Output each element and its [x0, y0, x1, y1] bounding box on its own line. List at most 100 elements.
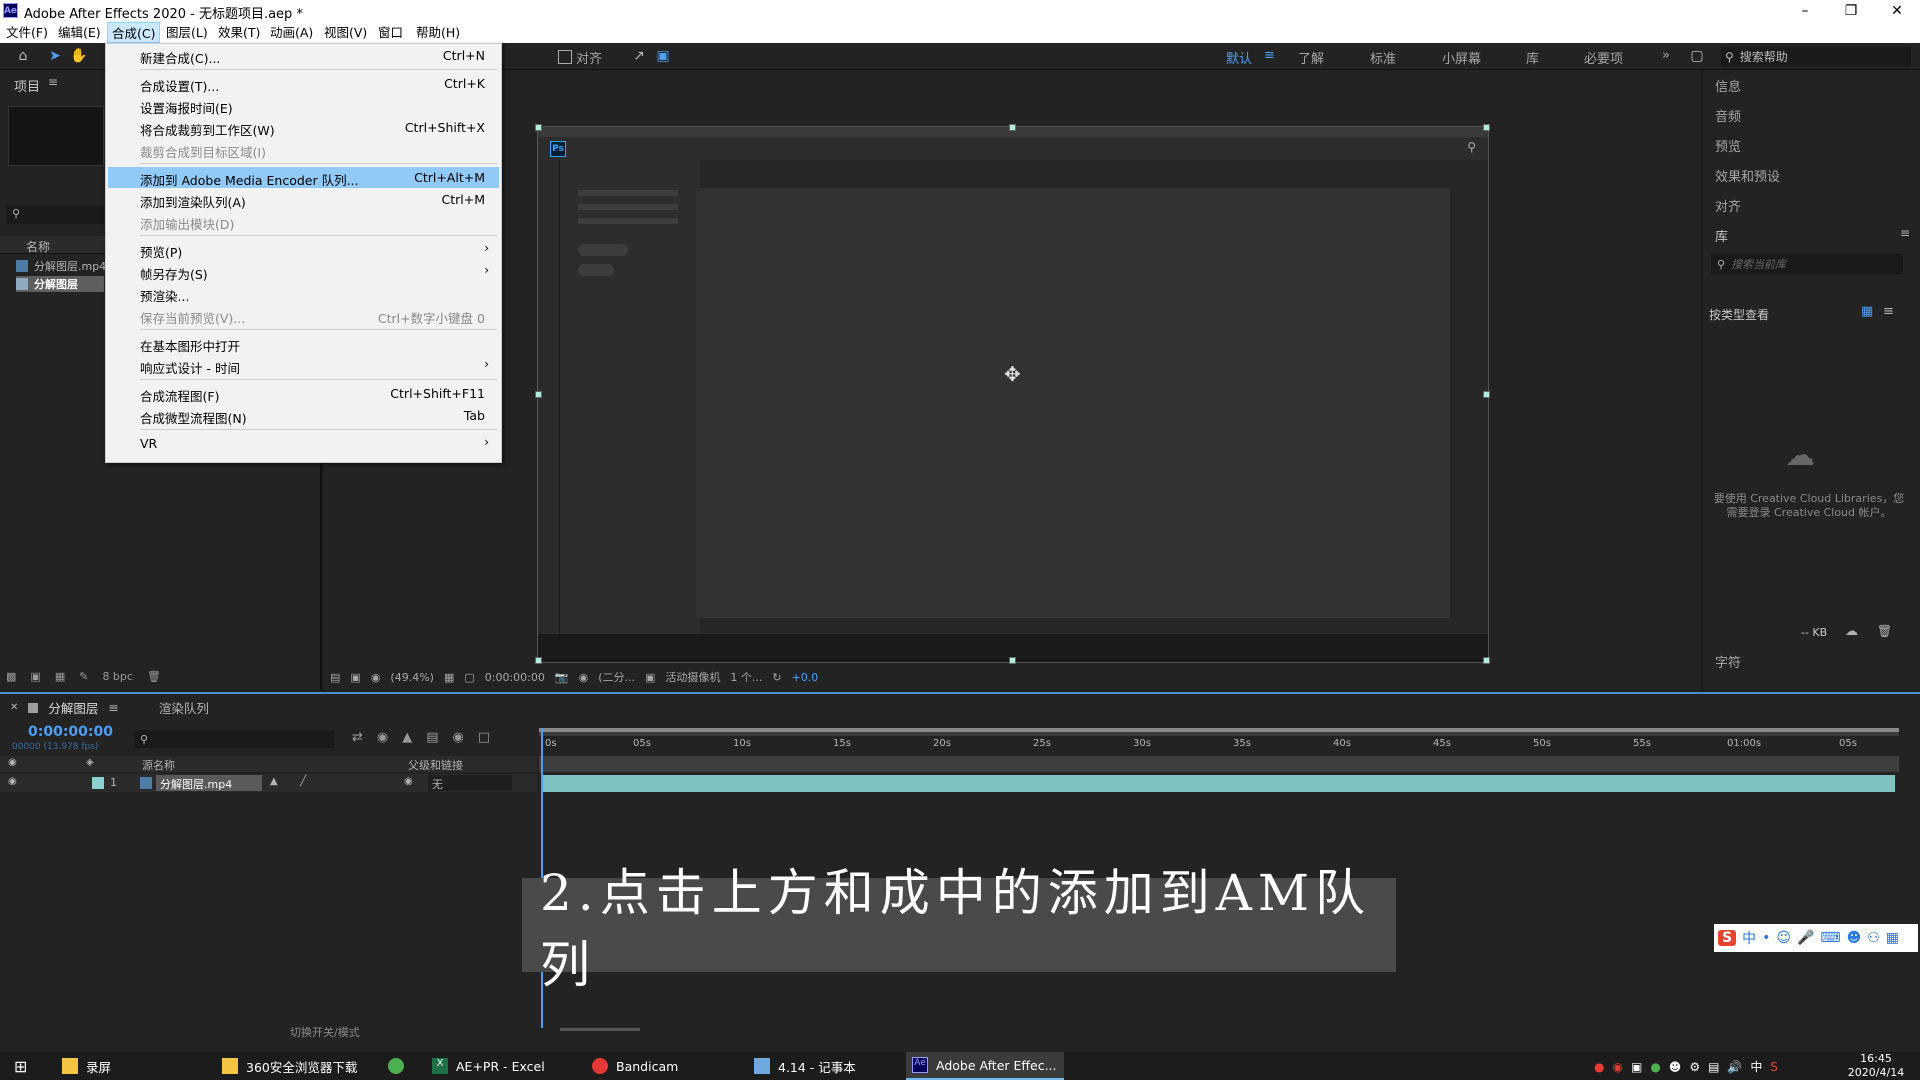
menu-item-new-composition[interactable]: 新建合成(C)... Ctrl+N: [108, 45, 499, 66]
workspace-learn[interactable]: 了解: [1298, 48, 1324, 67]
voice-icon[interactable]: 🎤: [1797, 930, 1814, 946]
workspace-libraries[interactable]: 库: [1526, 48, 1539, 67]
panel-character[interactable]: 字符: [1715, 652, 1741, 671]
sogou-tray-icon[interactable]: S: [1770, 1060, 1778, 1074]
hand-tool-icon[interactable]: ✋: [70, 47, 88, 65]
transform-handle[interactable]: [535, 391, 542, 398]
view-by-type-select[interactable]: 按类型查看: [1709, 306, 1769, 323]
workspace-small-screen[interactable]: 小屏幕: [1442, 48, 1481, 67]
project-search-input[interactable]: ⚲: [6, 206, 104, 224]
camera-select[interactable]: 活动摄像机: [665, 669, 720, 685]
menu-file[interactable]: 文件(F): [2, 22, 52, 43]
layer-name[interactable]: 分解图层.mp4: [156, 775, 262, 791]
start-button[interactable]: ⊞: [8, 1052, 42, 1080]
taskbar-item[interactable]: 360安全浏览器下载: [216, 1052, 376, 1080]
menu-composition[interactable]: 合成(C): [107, 22, 161, 43]
menu-animation[interactable]: 动画(A): [266, 22, 317, 43]
delete-icon[interactable]: 🗑: [1877, 624, 1892, 638]
panel-menu-icon[interactable]: ≡: [48, 75, 58, 89]
restore-button[interactable]: ❐: [1828, 0, 1874, 22]
user-icon[interactable]: ☻: [1669, 1060, 1682, 1074]
user-icon[interactable]: ☻: [1847, 930, 1862, 946]
menu-window[interactable]: 窗口: [374, 22, 407, 43]
grid-icon[interactable]: ▦: [444, 671, 454, 684]
transform-handle[interactable]: [1483, 124, 1490, 131]
align-checkbox[interactable]: [558, 50, 572, 64]
menu-item-composition-settings[interactable]: 合成设置(T)... Ctrl+K: [108, 73, 499, 94]
panel-libraries[interactable]: 库: [1715, 226, 1728, 245]
tools-icon[interactable]: ▦: [1886, 930, 1899, 946]
menu-item-add-to-media-encoder[interactable]: 添加到 Adobe Media Encoder 队列... Ctrl+Alt+M: [108, 167, 499, 188]
parent-select[interactable]: 无: [428, 775, 512, 791]
skin-icon[interactable]: ⚇: [1867, 930, 1880, 946]
menu-item-mini-flowchart[interactable]: 合成微型流程图(N) Tab: [108, 405, 499, 426]
panel-preview[interactable]: 预览: [1715, 136, 1741, 155]
timeline-search-input[interactable]: ⚲: [134, 730, 334, 748]
menu-item-add-to-render-queue[interactable]: 添加到渲染队列(A) Ctrl+M: [108, 189, 499, 210]
new-composition-icon[interactable]: ▦: [55, 670, 65, 683]
delete-icon[interactable]: 🗑: [147, 670, 161, 683]
punctuation-icon[interactable]: •: [1762, 930, 1770, 946]
anchor-point-icon[interactable]: ✥: [1004, 362, 1021, 386]
menu-item-save-frame-as[interactable]: 帧另存为(S) ›: [108, 261, 499, 282]
graph-editor-icon[interactable]: □: [478, 730, 490, 745]
library-search-input[interactable]: ⚲ 搜索当前库: [1711, 254, 1903, 274]
shy-layers-icon[interactable]: ▲: [402, 730, 412, 745]
workspace-default[interactable]: 默认: [1226, 48, 1252, 67]
close-button[interactable]: ✕: [1874, 0, 1920, 22]
taskbar-item[interactable]: Bandicam: [586, 1052, 726, 1080]
search-help-field[interactable]: ⚲ 搜索帮助: [1721, 47, 1911, 66]
menu-item-set-poster-time[interactable]: 设置海报时间(E): [108, 95, 499, 116]
snap-target-icon[interactable]: ▣: [654, 47, 672, 65]
draft-3d-icon[interactable]: ◉: [377, 730, 388, 745]
menu-item-preview[interactable]: 预览(P) ›: [108, 239, 499, 260]
network-icon[interactable]: ▤: [1708, 1060, 1719, 1074]
menu-item-composition-flowchart[interactable]: 合成流程图(F) Ctrl+Shift+F11: [108, 383, 499, 404]
toggle-switches-modes[interactable]: 切换开关/模式: [290, 1024, 360, 1040]
motion-blur-icon[interactable]: ◉: [453, 730, 464, 745]
pick-whip-icon[interactable]: ◉: [404, 776, 413, 787]
taskbar-item[interactable]: X AE+PR - Excel: [426, 1052, 576, 1080]
panel-menu-icon[interactable]: ≡: [108, 700, 118, 715]
project-item[interactable]: 分解图层.mp4: [16, 258, 106, 274]
clock[interactable]: 16:45 2020/4/14: [1836, 1052, 1916, 1080]
composition-canvas[interactable]: Ps ⚲ ✥: [537, 126, 1489, 663]
menu-effect[interactable]: 效果(T): [214, 22, 264, 43]
taskbar-item-active[interactable]: Ae Adobe After Effec...: [906, 1052, 1064, 1080]
transparency-grid-icon[interactable]: ▣: [645, 671, 655, 684]
layer-label-color[interactable]: [92, 777, 104, 789]
column-parent[interactable]: 父级和链接: [408, 757, 463, 773]
minimize-button[interactable]: –: [1782, 0, 1828, 22]
panel-info[interactable]: 信息: [1715, 76, 1741, 95]
taskbar-item[interactable]: 录屏: [56, 1052, 206, 1080]
settings-icon[interactable]: ⚙: [1689, 1060, 1700, 1074]
transform-handle[interactable]: [1483, 657, 1490, 664]
new-folder-icon[interactable]: ▣: [30, 670, 40, 683]
monitor-icon[interactable]: ▣: [350, 671, 360, 684]
app-tray-icon[interactable]: ▣: [1631, 1060, 1642, 1074]
workspace-standard[interactable]: 标准: [1370, 48, 1396, 67]
menu-item-vr[interactable]: VR ›: [108, 433, 499, 454]
keyboard-icon[interactable]: ⌨: [1820, 930, 1840, 946]
wechat-icon[interactable]: ●: [1650, 1060, 1660, 1074]
layer-duration-bar[interactable]: [543, 775, 1895, 792]
workspace-panel-icon[interactable]: ▢: [1688, 47, 1706, 65]
volume-icon[interactable]: 🔊: [1727, 1060, 1742, 1074]
channel-icon[interactable]: ◉: [579, 671, 589, 684]
exposure-value[interactable]: +0.0: [792, 671, 819, 684]
menu-help[interactable]: 帮助(H): [412, 22, 464, 43]
menu-item-trim-to-work-area[interactable]: 将合成裁剪到工作区(W) Ctrl+Shift+X: [108, 117, 499, 138]
bpc-label[interactable]: 8 bpc: [102, 670, 133, 683]
selection-tool-icon[interactable]: ➤: [46, 47, 64, 65]
transform-handle[interactable]: [1483, 391, 1490, 398]
workspace-essentials[interactable]: 必要项: [1584, 48, 1623, 67]
project-item-selected[interactable]: 分解图层: [16, 276, 104, 292]
frame-blending-icon[interactable]: ▤: [426, 730, 438, 745]
toggle-mask-icon[interactable]: ◉: [371, 671, 381, 684]
security-icon[interactable]: ◉: [1612, 1060, 1622, 1074]
more-workspaces-icon[interactable]: »: [1662, 48, 1670, 63]
shy-switch-icon[interactable]: ▲: [270, 776, 278, 787]
emoji-icon[interactable]: ☺: [1776, 930, 1791, 946]
quality-switch-icon[interactable]: ╱: [300, 776, 306, 787]
sogou-logo-icon[interactable]: S: [1718, 930, 1737, 946]
